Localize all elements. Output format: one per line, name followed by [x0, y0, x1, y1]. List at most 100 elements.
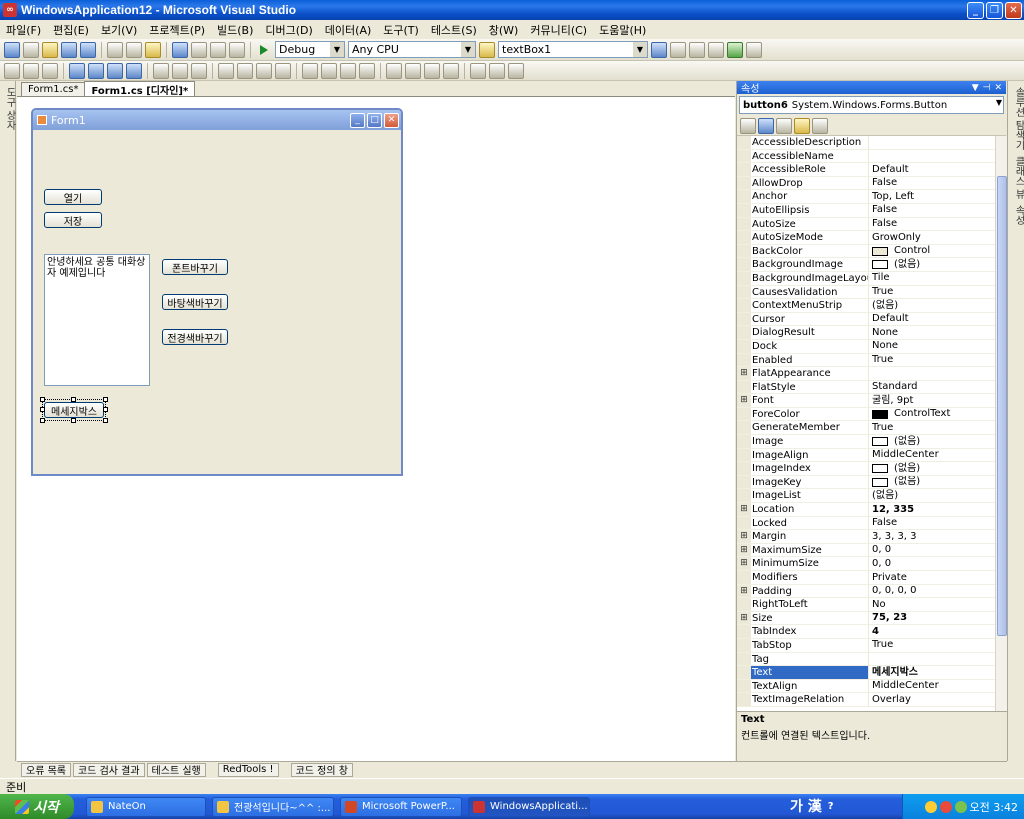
make-same-height-icon[interactable] — [172, 62, 188, 79]
property-value[interactable]: False — [869, 204, 995, 217]
align-centers-icon[interactable] — [42, 62, 58, 79]
change-forecolor-button[interactable]: 전경색바꾸기 — [162, 329, 228, 345]
start-debugging-icon[interactable] — [260, 44, 268, 55]
menu-build[interactable]: 빌드(B) — [217, 22, 253, 38]
property-row[interactable]: Anchor Top, Left — [737, 190, 995, 204]
property-row[interactable]: ⊞ FlatAppearance — [737, 367, 995, 381]
toolbar-options-icon[interactable] — [508, 62, 524, 79]
tab-test-run[interactable]: 테스트 실행 — [146, 762, 206, 777]
property-value[interactable]: False — [869, 218, 995, 231]
clock[interactable]: 오전 3:42 — [970, 799, 1018, 815]
align-bottoms-icon[interactable] — [126, 62, 142, 79]
property-value[interactable]: True — [869, 286, 995, 299]
align-tops-icon[interactable] — [88, 62, 104, 79]
properties-header[interactable]: 속성 ▼ ⊣ ✕ — [737, 81, 1006, 95]
menu-window[interactable]: 창(W) — [489, 22, 519, 38]
center-vertically-icon[interactable] — [359, 62, 375, 79]
property-row[interactable]: Enabled True — [737, 353, 995, 368]
send-to-back-icon[interactable] — [405, 62, 421, 79]
tab-form1-designer[interactable]: Form1.cs [디자인]* — [84, 81, 196, 97]
property-value[interactable]: Default — [869, 313, 995, 326]
property-row[interactable]: ⊞ Padding 0, 0, 0, 0 — [737, 584, 995, 599]
properties-window-icon[interactable] — [670, 41, 686, 58]
tab-error-list[interactable]: 오류 목록 — [21, 762, 71, 777]
toolbox-icon[interactable] — [708, 41, 724, 58]
navigate-forward-icon[interactable] — [229, 41, 245, 58]
property-row[interactable]: TextAlign MiddleCenter — [737, 679, 995, 694]
resize-handle[interactable] — [103, 418, 108, 423]
task-visual-studio[interactable]: WindowsApplicati... — [468, 796, 590, 817]
align-lefts-icon[interactable] — [23, 62, 39, 79]
property-row[interactable]: ImageIndex (없음) — [737, 462, 995, 476]
property-row[interactable]: BackgroundImageLayout Tile — [737, 271, 995, 286]
property-row[interactable]: Tag — [737, 652, 995, 667]
cut-icon[interactable] — [107, 41, 123, 58]
menu-help[interactable]: 도움말(H) — [599, 22, 646, 38]
save-button[interactable]: 저장 — [44, 212, 102, 228]
align-middles-icon[interactable] — [107, 62, 123, 79]
vertical-spacing-icon[interactable] — [302, 62, 318, 79]
property-row[interactable]: TabIndex 4 — [737, 625, 995, 639]
property-row[interactable]: Text 메세지박스 — [737, 666, 995, 680]
property-row[interactable]: ImageAlign MiddleCenter — [737, 448, 995, 463]
property-row[interactable]: FlatStyle Standard — [737, 380, 995, 395]
property-row[interactable]: ⊞ Margin 3, 3, 3, 3 — [737, 530, 995, 544]
property-value[interactable]: (없음) — [869, 476, 995, 489]
start-page-icon[interactable] — [727, 41, 743, 58]
property-value[interactable]: (없음) — [869, 462, 995, 475]
paste-icon[interactable] — [145, 41, 161, 58]
property-value[interactable]: Top, Left — [869, 190, 995, 203]
start-button[interactable]: 시작 — [0, 794, 74, 819]
save-all-icon[interactable] — [80, 41, 96, 58]
property-value[interactable]: 12, 335 — [869, 503, 995, 516]
property-value[interactable]: 4 — [869, 625, 995, 638]
property-grid[interactable]: AccessibleDescription AccessibleName Acces… — [737, 136, 995, 711]
remove-spacing-icon[interactable] — [321, 62, 337, 79]
toolbox-tab-label[interactable]: 도구 상자 — [2, 87, 17, 130]
property-value[interactable]: False — [869, 517, 995, 530]
navigate-back-icon[interactable] — [210, 41, 226, 58]
property-value[interactable]: Overlay — [869, 693, 995, 706]
expand-icon[interactable]: ⊞ — [737, 367, 751, 380]
resize-handle[interactable] — [40, 407, 45, 412]
resize-handle[interactable] — [71, 397, 76, 402]
property-value[interactable] — [869, 150, 995, 163]
menu-test[interactable]: 테스트(S) — [431, 22, 477, 38]
property-row[interactable]: AccessibleDescription — [737, 136, 995, 150]
property-row[interactable]: AllowDrop False — [737, 176, 995, 191]
property-row[interactable]: RightToLeft No — [737, 598, 995, 612]
find-in-files-icon[interactable] — [479, 41, 495, 58]
more-windows-icon[interactable] — [746, 41, 762, 58]
property-value[interactable] — [869, 136, 995, 149]
property-row[interactable]: ⊞ Font 굴림, 9pt — [737, 394, 995, 408]
solution-config-combo[interactable]: Debug ▼ — [275, 41, 345, 58]
tab-code-definition[interactable]: 코드 정의 창 — [290, 762, 353, 777]
property-value[interactable] — [869, 653, 995, 666]
property-row[interactable]: ⊞ MinimumSize 0, 0 — [737, 557, 995, 571]
property-row[interactable]: CausesValidation True — [737, 285, 995, 300]
property-value[interactable]: MiddleCenter — [869, 449, 995, 462]
property-value[interactable]: ControlText — [869, 408, 995, 421]
alphabetical-icon[interactable] — [758, 117, 774, 134]
find-combo[interactable]: textBox1 ▼ — [498, 41, 648, 58]
task-nateon[interactable]: NateOn — [86, 796, 206, 817]
property-row[interactable]: Cursor Default — [737, 312, 995, 327]
chevron-down-icon[interactable]: ▼ — [972, 83, 979, 93]
resize-handle[interactable] — [103, 397, 108, 402]
property-value[interactable]: (없음) — [869, 299, 995, 312]
tray-icon[interactable] — [924, 800, 937, 813]
events-icon[interactable] — [794, 117, 810, 134]
tab-form1-code[interactable]: Form1.cs* — [21, 82, 86, 96]
expand-icon[interactable]: ⊞ — [737, 611, 751, 625]
property-value[interactable]: None — [869, 340, 995, 353]
chevron-down-icon[interactable]: ▼ — [461, 42, 475, 57]
change-font-button[interactable]: 폰트바꾸기 — [162, 259, 228, 275]
menu-edit[interactable]: 편집(E) — [53, 22, 89, 38]
lock-controls-icon[interactable] — [443, 62, 459, 79]
scrollbar-thumb[interactable] — [997, 176, 1007, 636]
property-value[interactable]: Control — [869, 245, 995, 258]
add-item-icon[interactable] — [23, 41, 39, 58]
class-view-tab[interactable]: 클래스 뷰 — [1011, 156, 1024, 199]
solution-explorer-icon[interactable] — [651, 41, 667, 58]
property-value[interactable]: (없음) — [869, 258, 995, 271]
